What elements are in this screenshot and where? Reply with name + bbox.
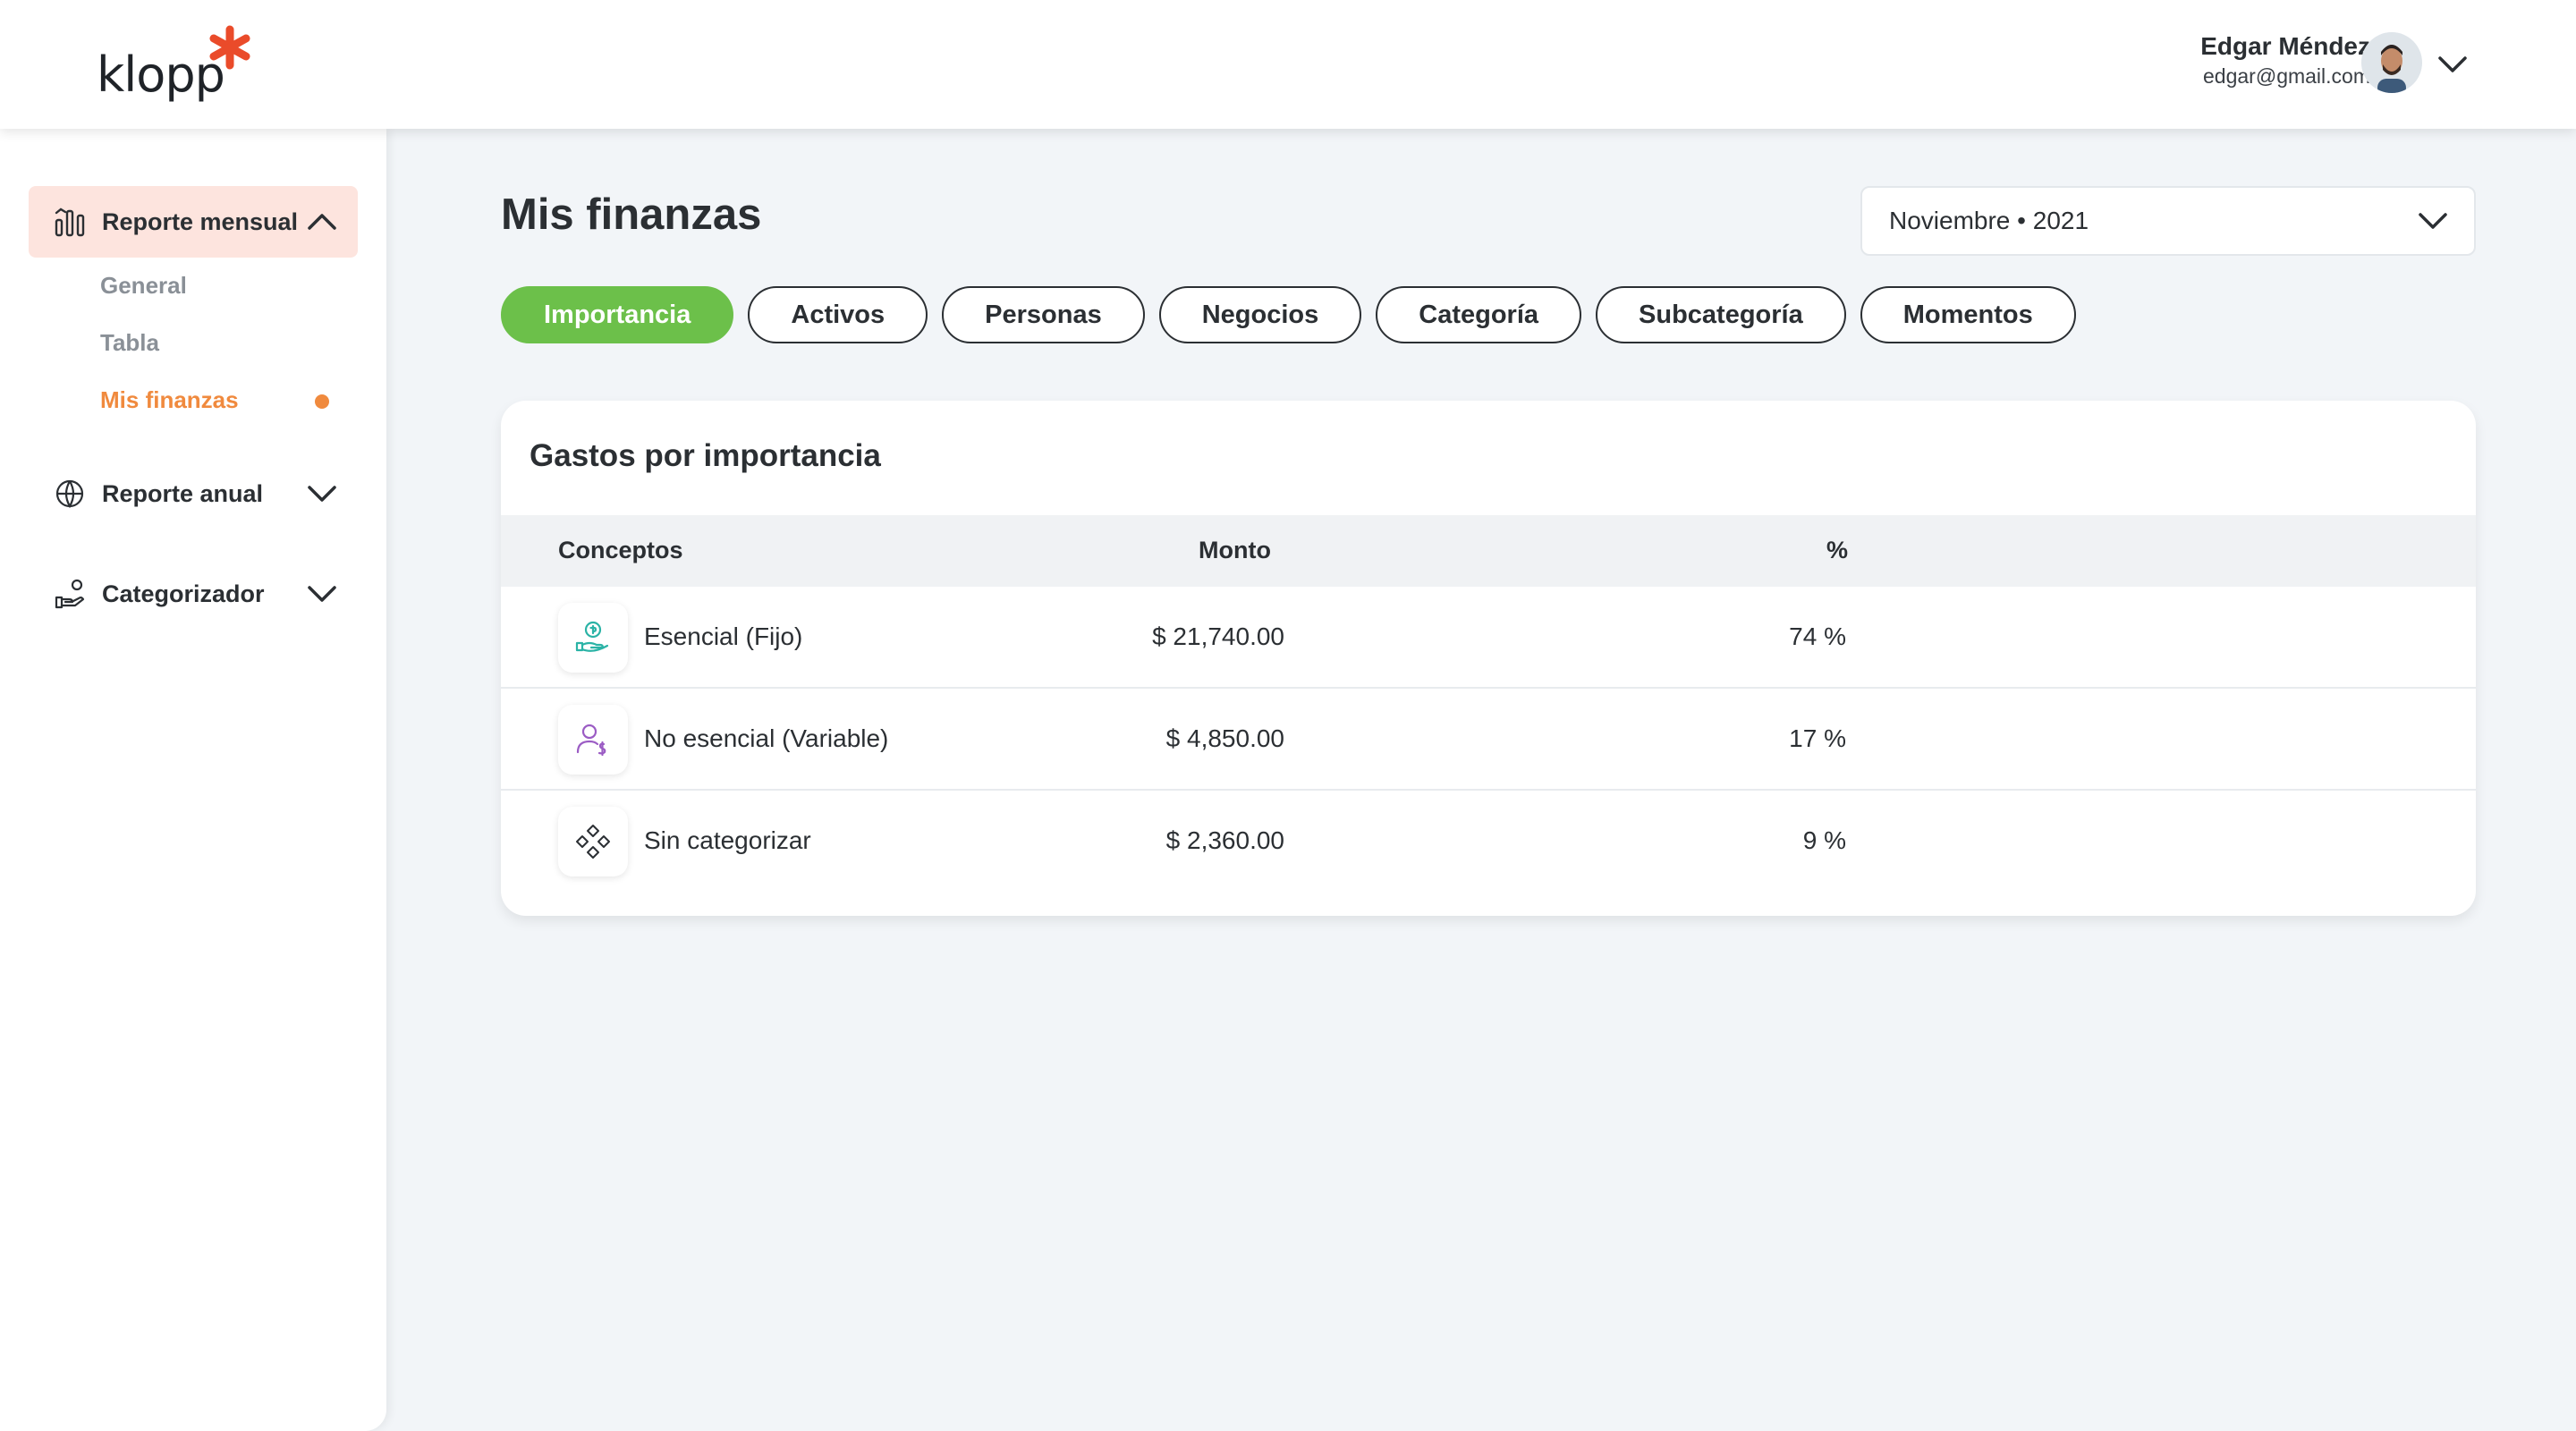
sidebar-subitem-mis-finanzas[interactable]: Mis finanzas: [100, 386, 239, 414]
row-concept: Sin categorizar: [644, 826, 811, 854]
row-concept: No esencial (Variable): [644, 724, 889, 752]
chevron-down-icon[interactable]: [304, 476, 340, 512]
asterisk-icon: [209, 25, 250, 70]
column-header-conceptos: Conceptos: [558, 537, 683, 563]
table-header: Conceptos Monto %: [501, 515, 2476, 587]
sidebar: Reporte mensual General Tabla Mis finanz…: [0, 129, 386, 1431]
tab-momentos[interactable]: Momentos: [1860, 286, 2076, 343]
user-email: edgar@gmail.com: [2203, 64, 2370, 88]
row-icon-box: [558, 603, 628, 673]
avatar-photo: [2361, 32, 2422, 93]
hand-coins-icon: [55, 579, 85, 609]
top-header: klopp Edgar Méndez edgar@gmail.com: [0, 0, 2576, 129]
sidebar-item-label: Categorizador: [102, 580, 265, 607]
sidebar-item-label: Reporte mensual: [102, 207, 299, 235]
klopp-logo[interactable]: klopp: [97, 23, 258, 109]
tab-subcategoria[interactable]: Subcategoría: [1596, 286, 1846, 343]
period-select-value: Noviembre • 2021: [1889, 207, 2089, 234]
row-amount: $ 4,850.00: [1165, 724, 1284, 752]
period-select[interactable]: Noviembre • 2021: [1860, 186, 2476, 256]
globe-dollar-icon: [55, 479, 84, 509]
table-row[interactable]: No esencial (Variable) $ 4,850.00 17 %: [501, 689, 2476, 791]
page-title: Mis finanzas: [501, 191, 762, 239]
active-indicator-dot: [315, 394, 329, 409]
chevron-down-icon[interactable]: [2435, 47, 2470, 82]
row-icon-box: [558, 807, 628, 876]
tab-personas[interactable]: Personas: [942, 286, 1145, 343]
tab-negocios[interactable]: Negocios: [1158, 286, 1362, 343]
chevron-down-icon[interactable]: [304, 576, 340, 612]
sidebar-subitem-general[interactable]: General: [100, 272, 187, 300]
expenses-card: Gastos por importancia Conceptos Monto %…: [501, 401, 2476, 916]
tab-activos[interactable]: Activos: [748, 286, 928, 343]
column-header-monto: Monto: [1199, 537, 1271, 563]
sidebar-item-label: Reporte anual: [102, 479, 264, 507]
diamonds-icon: [576, 825, 610, 859]
card-title: Gastos por importancia: [530, 438, 881, 473]
row-percent: 17 %: [1789, 724, 1846, 752]
row-amount: $ 21,740.00: [1152, 622, 1284, 650]
person-dollar-icon: [576, 724, 606, 757]
user-name: Edgar Méndez: [2200, 32, 2370, 60]
sidebar-item-reporte-mensual[interactable]: Reporte mensual: [29, 186, 358, 258]
table-row[interactable]: Sin categorizar $ 2,360.00 9 %: [501, 791, 2476, 893]
sidebar-item-categorizador[interactable]: Categorizador: [29, 558, 358, 630]
row-percent: 9 %: [1802, 826, 1846, 854]
row-icon-box: [558, 705, 628, 775]
tab-importancia[interactable]: Importancia: [501, 286, 734, 343]
chevron-down-icon: [2419, 213, 2447, 229]
bar-chart-icon: [55, 207, 85, 237]
column-header-percent: %: [1826, 537, 1849, 563]
tab-categoria[interactable]: Categoría: [1376, 286, 1582, 343]
row-percent: 74 %: [1789, 622, 1846, 650]
sidebar-item-reporte-anual[interactable]: Reporte anual: [29, 458, 358, 529]
filter-tabs: Importancia Activos Personas Negocios Ca…: [501, 286, 2076, 343]
avatar[interactable]: [2361, 32, 2422, 93]
chevron-up-icon[interactable]: [304, 204, 340, 240]
table-row[interactable]: Esencial (Fijo) $ 21,740.00 74 %: [501, 587, 2476, 689]
hand-coin-icon: [575, 621, 609, 652]
row-amount: $ 2,360.00: [1165, 826, 1284, 854]
logo-text: klopp: [97, 47, 225, 103]
sidebar-subitem-tabla[interactable]: Tabla: [100, 329, 159, 357]
user-info[interactable]: Edgar Méndez edgar@gmail.com: [2200, 32, 2370, 89]
row-concept: Esencial (Fijo): [644, 622, 803, 650]
